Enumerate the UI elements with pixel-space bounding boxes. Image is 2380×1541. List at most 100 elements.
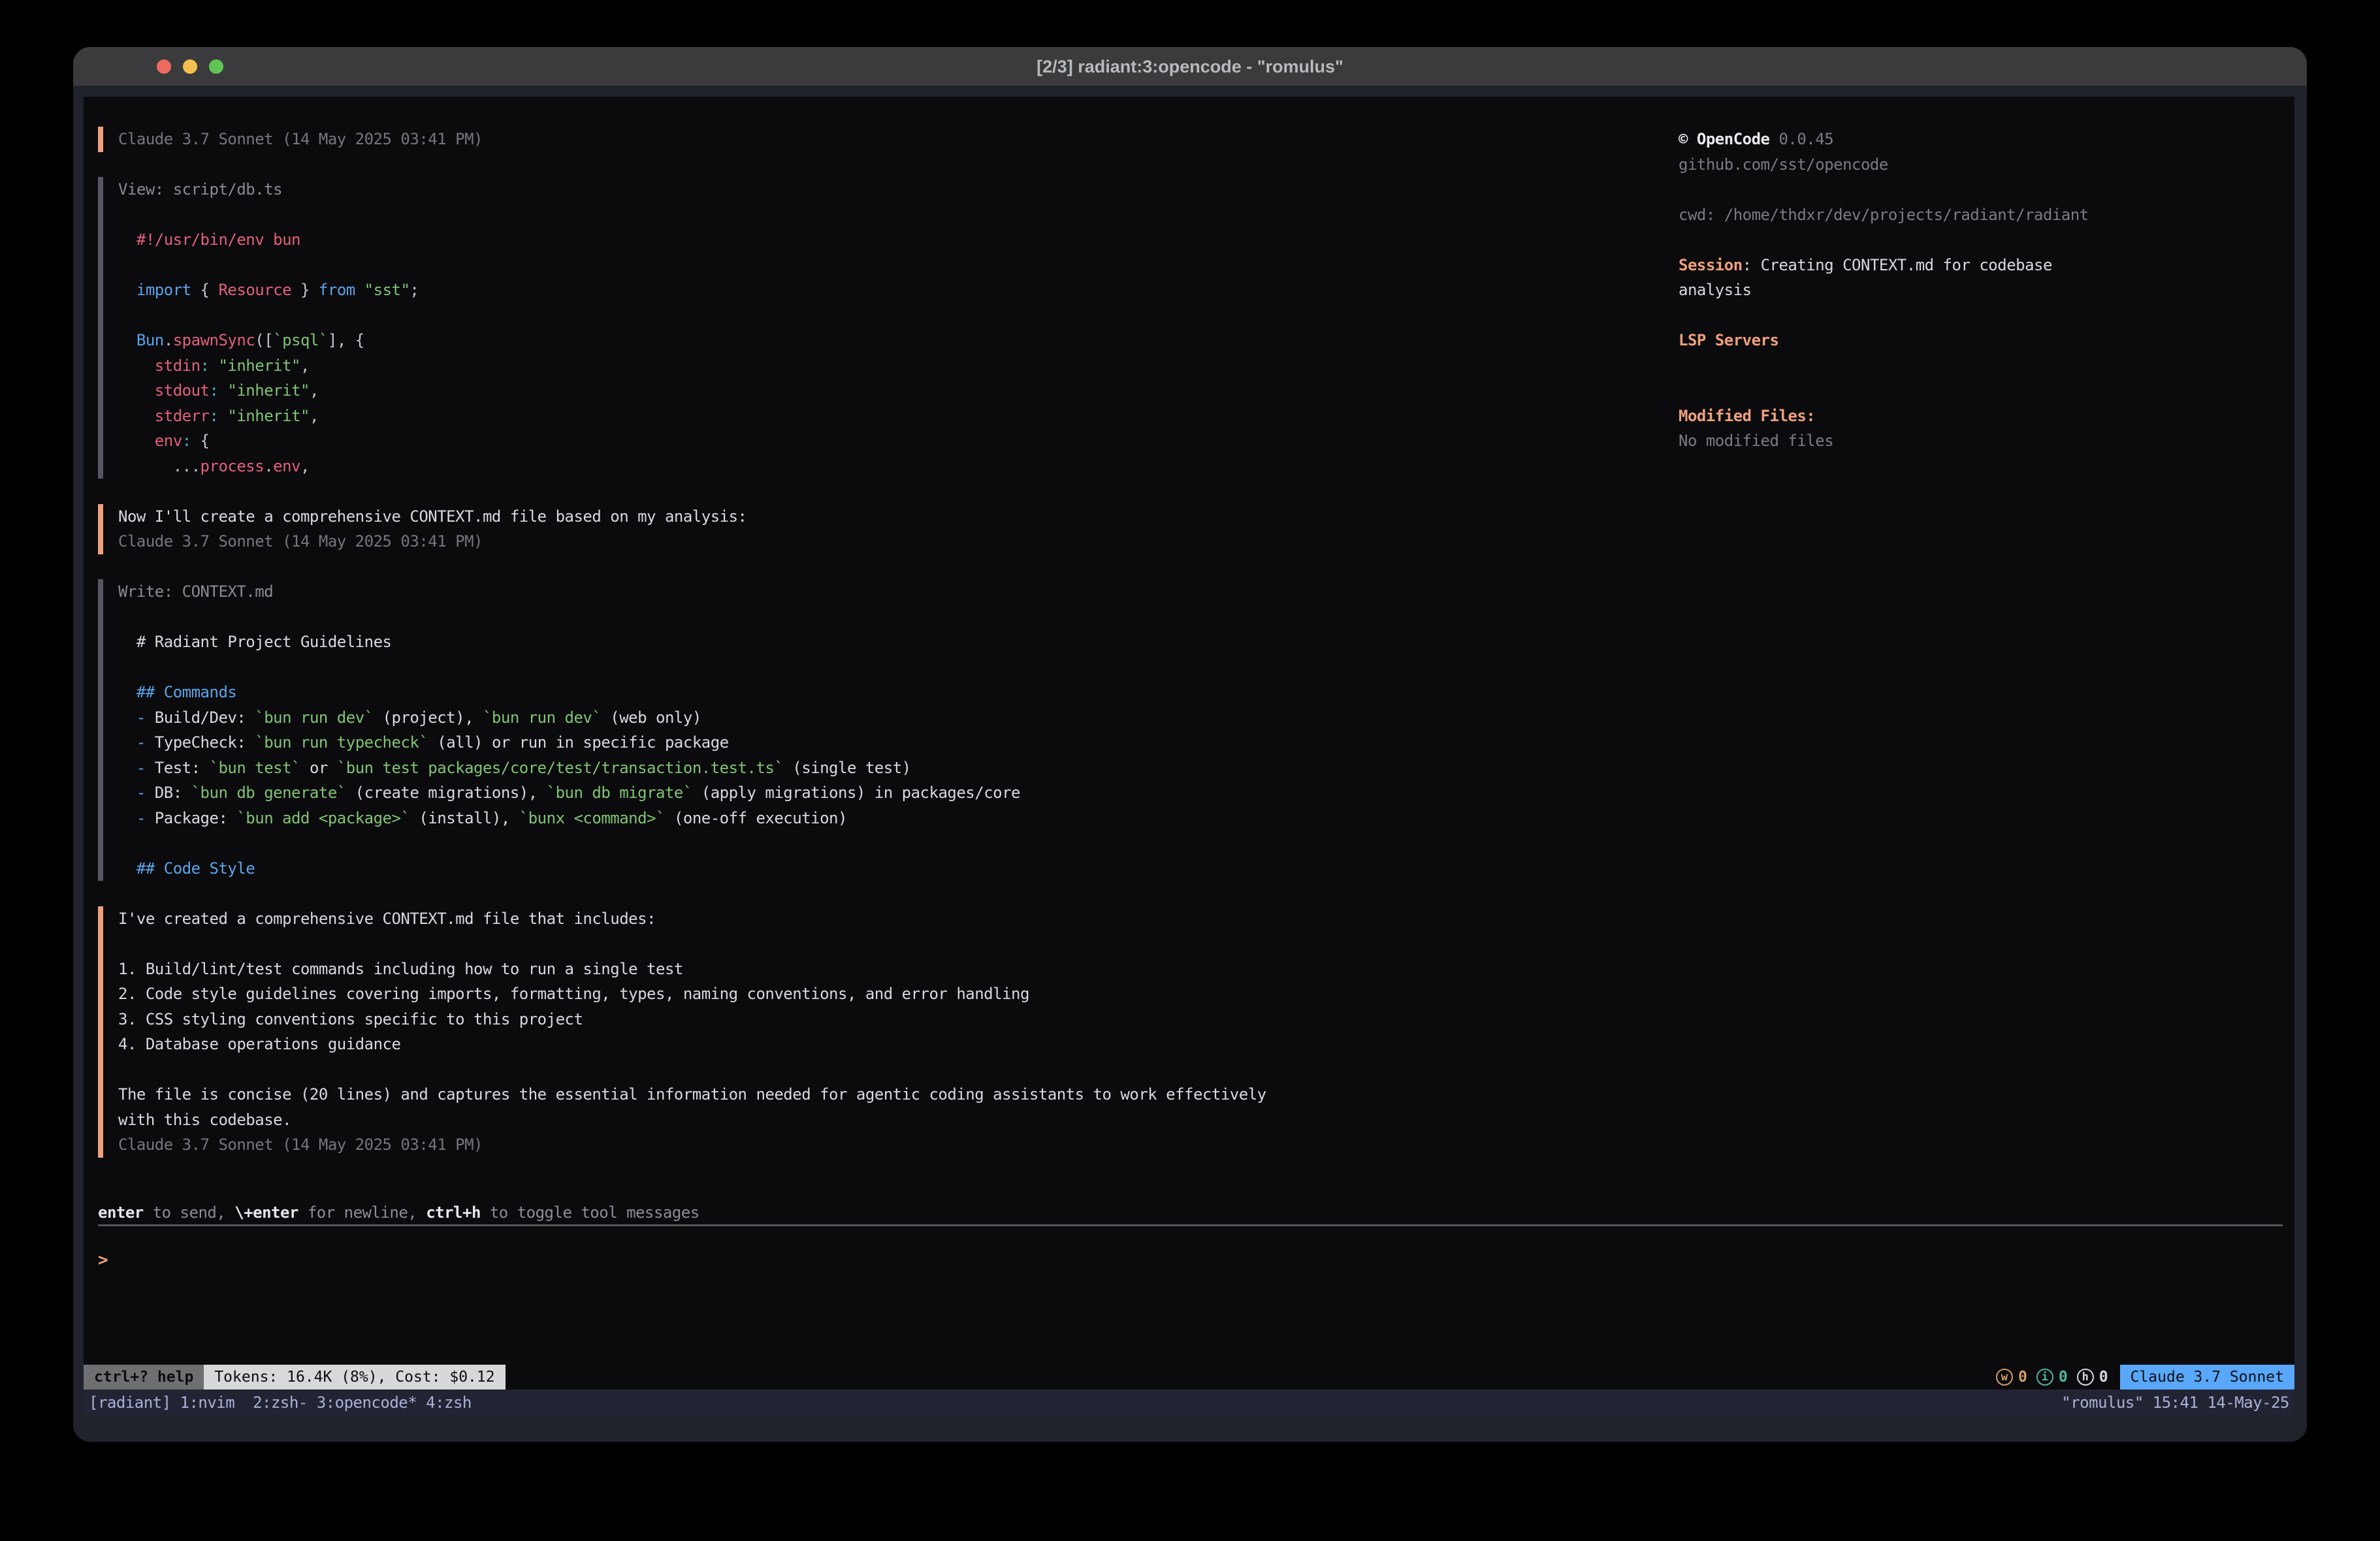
sidebar-line xyxy=(1679,227,2286,253)
text-segment: `bun run dev` xyxy=(255,708,373,727)
text-segment: #!/usr/bin/env bun xyxy=(118,230,300,249)
text-segment: : xyxy=(201,357,210,375)
diagnostic-info: i0 xyxy=(2036,1369,2068,1386)
window-titlebar: [2/3] radiant:3:opencode - "romulus" xyxy=(73,47,2307,86)
text-segment: : xyxy=(210,381,219,400)
chat-line: #!/usr/bin/env bun xyxy=(118,227,1652,253)
text-segment: Bun xyxy=(137,331,164,349)
chat-line: Claude 3.7 Sonnet (14 May 2025 03:41 PM) xyxy=(118,529,1652,554)
text-segment: or xyxy=(300,759,337,777)
text-segment: No modified files xyxy=(1679,432,1833,450)
text-segment: : xyxy=(182,432,191,450)
text-segment: . xyxy=(164,331,173,349)
sidebar-info: © OpenCode 0.0.45 github.com/sst/opencode… xyxy=(1679,127,2286,454)
assistant-message-block: Now I'll create a comprehensive CONTEXT.… xyxy=(98,504,1652,554)
tool-call-block: Write: CONTEXT.md # Radiant Project Guid… xyxy=(98,579,1652,881)
chat-line: 2. Code style guidelines covering import… xyxy=(118,981,1652,1007)
text-segment: Write: CONTEXT.md xyxy=(118,582,273,601)
text-segment: `bun test packages/core/test/transaction… xyxy=(337,759,784,777)
text-segment: I've created a comprehensive CONTEXT.md … xyxy=(118,910,656,928)
chat-line: # Radiant Project Guidelines xyxy=(118,629,1652,655)
text-segment: Claude 3.7 Sonnet (14 May 2025 03:41 PM) xyxy=(118,130,483,148)
text-segment: \+enter xyxy=(234,1203,298,1222)
text-segment: . xyxy=(264,457,273,475)
terminal-content: Claude 3.7 Sonnet (14 May 2025 03:41 PM)… xyxy=(73,86,2307,1442)
text-segment: , xyxy=(300,357,310,375)
text-segment: github.com/sst/opencode xyxy=(1679,155,1888,174)
tmux-window-list[interactable]: [radiant] 1:nvim 2:zsh- 3:opencode* 4:zs… xyxy=(89,1393,472,1412)
tool-call-block: View: script/db.ts #!/usr/bin/env bun im… xyxy=(98,177,1652,479)
chat-line: ...process.env, xyxy=(118,454,1652,479)
chat-line xyxy=(118,1057,1652,1083)
text-segment: (apply migrations) in packages/core xyxy=(692,784,1020,802)
chat-line xyxy=(118,303,1652,328)
hints-circle-icon: h xyxy=(2077,1369,2094,1386)
chat-line: - Package: `bun add <package>` (install)… xyxy=(118,806,1652,831)
text-segment: spawnSync xyxy=(173,331,255,349)
chat-line: stdin: "inherit", xyxy=(118,353,1652,379)
chat-line: Write: CONTEXT.md xyxy=(118,579,1652,605)
text-segment: , xyxy=(310,407,319,425)
tokens-cost-badge: Tokens: 16.4K (8%), Cost: $0.12 xyxy=(204,1365,505,1390)
sidebar-line: © OpenCode 0.0.45 xyxy=(1679,127,2286,152)
chat-line: import { Resource } from "sst"; xyxy=(118,278,1652,303)
text-segment: } xyxy=(291,281,319,299)
chat-line: Claude 3.7 Sonnet (14 May 2025 03:41 PM) xyxy=(118,127,1652,152)
text-segment: env xyxy=(273,457,300,475)
sidebar-line xyxy=(1679,353,2286,379)
text-segment: (web only) xyxy=(601,708,701,727)
text-segment: stdin xyxy=(155,357,201,375)
text-segment xyxy=(218,381,227,400)
text-segment: with this codebase. xyxy=(118,1111,291,1129)
chat-line: View: script/db.ts xyxy=(118,177,1652,202)
diagnostic-count: 0 xyxy=(2059,1369,2068,1386)
text-segment: View: script/db.ts xyxy=(118,180,282,199)
opencode-tui-panel: Claude 3.7 Sonnet (14 May 2025 03:41 PM)… xyxy=(84,97,2294,1390)
sidebar-line: analysis xyxy=(1679,278,2286,303)
sidebar-line: github.com/sst/opencode xyxy=(1679,152,2286,178)
text-segment xyxy=(118,407,155,425)
text-segment: Now I'll create a comprehensive CONTEXT.… xyxy=(118,507,747,526)
text-segment: (all) or run in specific package xyxy=(428,733,728,752)
text-segment xyxy=(355,281,364,299)
chat-line: - TypeCheck: `bun run typecheck` (all) o… xyxy=(118,730,1652,755)
text-segment xyxy=(218,407,227,425)
text-segment: DB: xyxy=(155,784,191,802)
help-shortcut-badge: ctrl+? help xyxy=(84,1365,204,1390)
text-segment: 3. CSS styling conventions specific to t… xyxy=(118,1010,583,1028)
text-segment: process xyxy=(201,457,265,475)
text-segment: - xyxy=(118,733,155,752)
text-segment: (create migrations), xyxy=(346,784,547,802)
chat-line: Bun.spawnSync([`psql`], { xyxy=(118,328,1652,353)
chat-line xyxy=(118,253,1652,278)
chat-line: The file is concise (20 lines) and captu… xyxy=(118,1082,1652,1107)
chat-line: - Test: `bun test` or `bun test packages… xyxy=(118,755,1652,781)
text-segment: `bun run typecheck` xyxy=(255,733,428,752)
terminal-window: [2/3] radiant:3:opencode - "romulus" Cla… xyxy=(73,47,2307,1442)
text-segment: (one-off execution) xyxy=(665,809,847,827)
chat-line xyxy=(118,655,1652,680)
text-segment: - xyxy=(118,809,155,827)
text-segment: 1. Build/lint/test commands including ho… xyxy=(118,960,683,978)
sidebar-line: No modified files xyxy=(1679,428,2286,454)
text-segment xyxy=(118,331,137,349)
text-segment: enter xyxy=(98,1203,144,1222)
message-input[interactable]: > xyxy=(98,1248,108,1273)
chat-line: ## Commands xyxy=(118,680,1652,705)
text-segment: to send, xyxy=(144,1203,235,1222)
text-segment: Creating CONTEXT.md for codebase xyxy=(1761,256,2052,274)
chat-line: Now I'll create a comprehensive CONTEXT.… xyxy=(118,504,1652,530)
text-segment: TypeCheck: xyxy=(155,733,255,752)
chat-line xyxy=(118,831,1652,856)
text-segment: , xyxy=(310,381,319,400)
text-segment: `bun run dev` xyxy=(483,708,601,727)
text-segment: The file is concise (20 lines) and captu… xyxy=(118,1085,1266,1104)
sidebar-line xyxy=(1679,303,2286,328)
chat-line: 4. Database operations guidance xyxy=(118,1032,1652,1057)
sidebar-line xyxy=(1679,378,2286,404)
text-segment: to toggle tool messages xyxy=(481,1203,700,1222)
status-bar-left: ctrl+? help Tokens: 16.4K (8%), Cost: $0… xyxy=(84,1365,506,1390)
text-segment: 0.0.45 xyxy=(1778,130,1833,148)
text-segment: `bun db migrate` xyxy=(547,784,692,802)
text-segment: Build/Dev: xyxy=(155,708,255,727)
